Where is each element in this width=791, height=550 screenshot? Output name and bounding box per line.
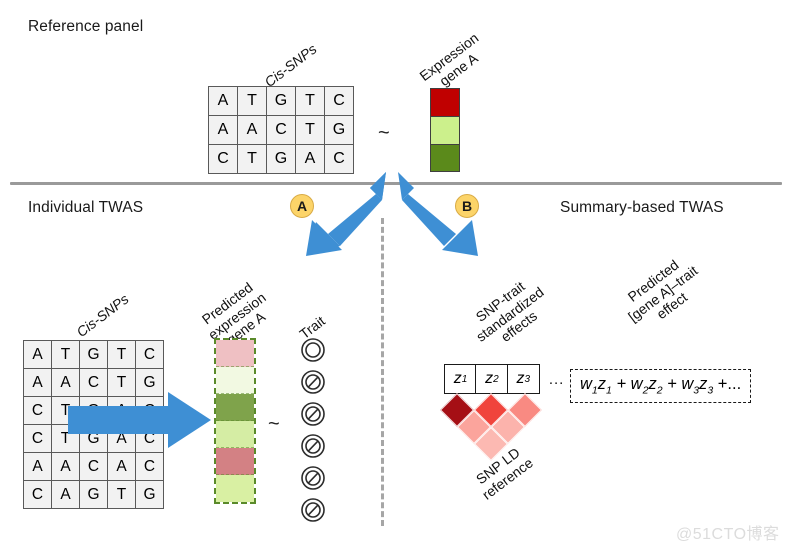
z-vector-cell: z1	[444, 364, 477, 394]
z-vector-cell: z3	[506, 364, 540, 394]
predicted-effect-label: Predicted [gene A]–trait effect	[616, 250, 710, 337]
circle-ring-icon	[301, 338, 325, 362]
matrix-cell: C	[266, 115, 296, 145]
matrix-cell: G	[266, 86, 296, 116]
predicted-expression-cell	[216, 340, 254, 367]
matrix-cell: A	[107, 452, 136, 481]
top-cis-snps-label: Cis-SNPs	[261, 40, 320, 90]
figure-canvas: Reference panel Cis-SNPs ATGTCAACTGCTGAC…	[0, 0, 791, 550]
matrix-cell: T	[107, 340, 136, 369]
matrix-cell: A	[23, 452, 52, 481]
expression-cell	[430, 116, 460, 144]
snp-trait-effects-label: SNP-trait standardized effects	[464, 272, 556, 358]
prediction-arrow	[68, 392, 211, 448]
matrix-cell: C	[23, 480, 52, 509]
matrix-cell: A	[208, 115, 238, 145]
matrix-cell: T	[237, 144, 267, 174]
predicted-expression-cell	[216, 367, 254, 394]
left-relation-tilde: ~	[268, 413, 280, 435]
z-vector-cell: z2	[475, 364, 509, 394]
summary-twas-title: Summary-based TWAS	[560, 199, 724, 216]
arrow-to-individual-twas	[306, 172, 386, 256]
circle-slash-icon	[301, 498, 325, 522]
circle-slash-icon	[301, 434, 325, 458]
matrix-cell: C	[23, 424, 52, 453]
section-divider-vertical	[381, 218, 384, 526]
reference-genotype-matrix: ATGTCAACTGCTGAC	[208, 86, 354, 174]
circle-slash-icon	[301, 370, 325, 394]
matrix-cell: C	[135, 340, 164, 369]
predicted-expression-cell	[216, 448, 254, 475]
matrix-row: AACTG	[208, 115, 354, 145]
branch-arrows	[306, 172, 478, 256]
matrix-cell: G	[135, 480, 164, 509]
individual-twas-title: Individual TWAS	[28, 199, 144, 216]
matrix-cell: C	[208, 144, 238, 174]
watermark: @51CTO博客	[676, 526, 780, 543]
matrix-row: ATGTC	[23, 340, 164, 369]
matrix-cell: A	[23, 340, 52, 369]
branch-badge-a: A	[290, 194, 314, 218]
circle-slash-icon	[301, 402, 325, 426]
circle-slash-icon	[301, 466, 325, 490]
matrix-row: ATGTC	[208, 86, 354, 116]
expression-cell	[430, 88, 460, 116]
matrix-cell: G	[79, 480, 108, 509]
left-cis-snps-label: Cis-SNPs	[73, 290, 132, 340]
formula-tail: +...	[713, 375, 742, 393]
matrix-cell: T	[295, 86, 325, 116]
z-vector-ellipsis: ...	[548, 370, 565, 388]
trait-column	[300, 337, 326, 529]
matrix-cell: A	[51, 452, 80, 481]
matrix-cell: C	[79, 452, 108, 481]
matrix-cell: T	[51, 340, 80, 369]
matrix-cell: C	[324, 86, 354, 116]
matrix-cell: A	[51, 480, 80, 509]
predicted-expression-column	[214, 338, 256, 504]
reference-panel-title: Reference panel	[28, 18, 144, 35]
matrix-cell: C	[23, 396, 52, 425]
matrix-row: CAGTG	[23, 480, 164, 509]
branch-badge-b: B	[455, 194, 479, 218]
matrix-cell: A	[208, 86, 238, 116]
matrix-cell: T	[295, 115, 325, 145]
formula-term: w3z3	[681, 375, 714, 397]
formula-term: w1z1	[580, 375, 612, 397]
matrix-cell: A	[237, 115, 267, 145]
predicted-expression-cell	[216, 475, 254, 502]
formula-term: w2z2	[630, 375, 663, 397]
expression-gene-a-column	[430, 88, 460, 172]
matrix-cell: A	[23, 368, 52, 397]
predicted-expression-cell	[216, 394, 254, 421]
matrix-cell: T	[237, 86, 267, 116]
z-vector: z 1 z 2 z 3...	[444, 364, 564, 394]
predicted-expression-cell	[216, 421, 254, 448]
matrix-cell: T	[107, 480, 136, 509]
matrix-row: AACAC	[23, 452, 164, 481]
predicted-effect-formula: w1z1 + w2z2 + w3z3 +...	[570, 369, 752, 404]
top-relation-tilde: ~	[378, 122, 390, 144]
matrix-cell: G	[79, 340, 108, 369]
matrix-cell: G	[324, 115, 354, 145]
matrix-cell: C	[135, 452, 164, 481]
